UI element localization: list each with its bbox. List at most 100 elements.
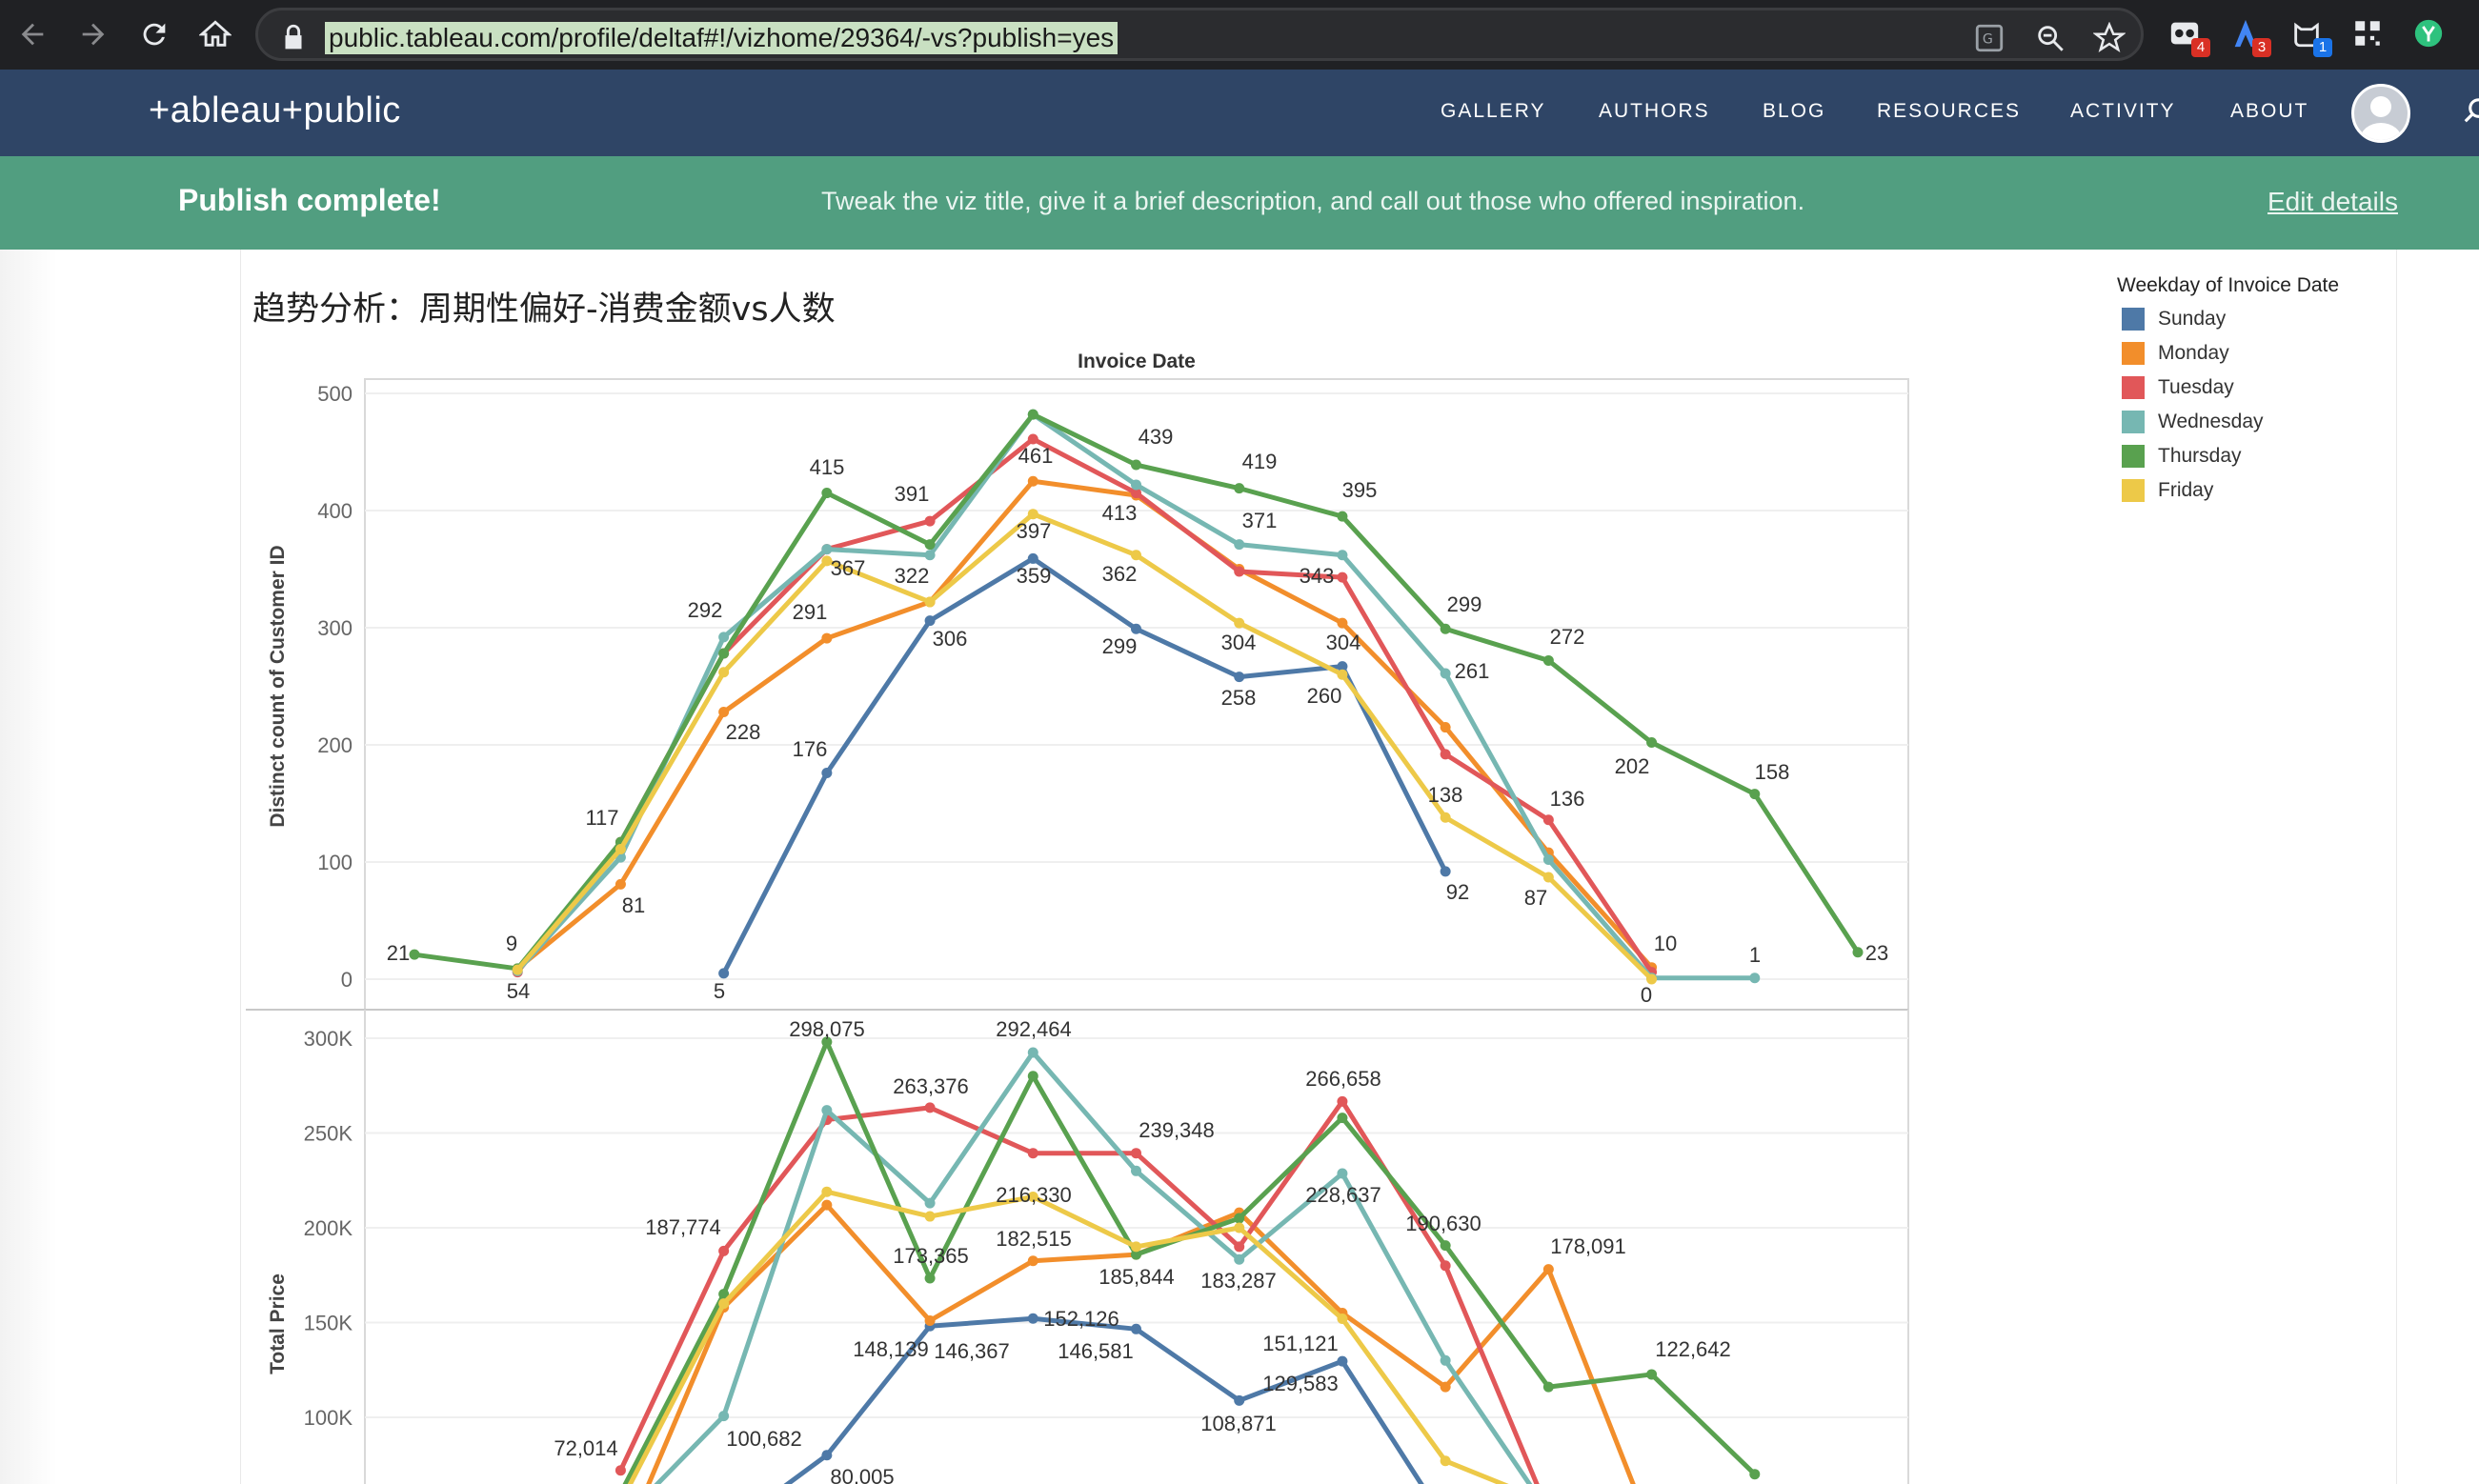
data-label: 5 — [714, 979, 725, 1003]
data-label: 272 — [1550, 625, 1585, 649]
data-point-friday — [1337, 1314, 1348, 1325]
data-point-thursday — [1852, 947, 1864, 958]
legend-label: Monday — [2158, 342, 2229, 364]
data-label: 148,139 — [853, 1337, 929, 1361]
data-point-tuesday — [1440, 749, 1451, 760]
data-point-wednesday — [1749, 973, 1761, 984]
legend-item-thursday[interactable]: Thursday — [2122, 444, 2242, 469]
legend-label: Sunday — [2158, 308, 2227, 330]
data-point-tuesday — [1337, 572, 1348, 583]
data-label: 261 — [1455, 659, 1490, 683]
data-label: 178,091 — [1550, 1234, 1626, 1258]
data-label: 92 — [1446, 880, 1469, 904]
data-point-wednesday — [1234, 1253, 1245, 1265]
data-point-tuesday — [718, 1245, 730, 1256]
legend-swatch — [2122, 308, 2145, 331]
data-point-monday — [1542, 1264, 1554, 1275]
data-point-tuesday — [1440, 1260, 1451, 1272]
data-point-monday — [1027, 475, 1038, 487]
data-point-wednesday — [718, 632, 730, 643]
data-point-wednesday — [1337, 1168, 1348, 1179]
legend-item-tuesday[interactable]: Tuesday — [2122, 375, 2234, 400]
data-point-monday — [615, 878, 626, 890]
legend-item-monday[interactable]: Monday — [2122, 341, 2229, 366]
data-point-friday — [1234, 617, 1245, 629]
y-axis-title-customers: Distinct count of Customer ID — [267, 545, 289, 827]
data-label: 266,658 — [1305, 1067, 1381, 1091]
legend-item-friday[interactable]: Friday — [2122, 478, 2213, 503]
data-label: 72,014 — [554, 1436, 617, 1460]
data-label: 108,871 — [1200, 1412, 1277, 1435]
data-label: 228,637 — [1305, 1183, 1381, 1207]
data-label: 263,376 — [893, 1074, 969, 1098]
legend-item-wednesday[interactable]: Wednesday — [2122, 410, 2264, 434]
data-point-monday — [1440, 722, 1451, 733]
data-label: 397 — [1017, 519, 1052, 543]
data-point-sunday — [821, 768, 833, 779]
data-label: 151,121 — [1262, 1332, 1339, 1355]
data-point-tuesday — [924, 1102, 936, 1113]
data-label: 258 — [1221, 686, 1257, 710]
data-point-wednesday — [821, 1105, 833, 1116]
data-label: 419 — [1242, 450, 1278, 473]
data-label: 367 — [831, 556, 866, 580]
data-point-tuesday — [1337, 1095, 1348, 1107]
series-line-tuesday — [515, 436, 1654, 974]
data-label: 292 — [688, 598, 723, 622]
data-point-thursday — [1027, 1071, 1038, 1082]
data-point-tuesday — [1131, 1148, 1141, 1159]
data-point-thursday — [924, 1273, 936, 1284]
data-point-monday — [718, 707, 730, 718]
data-label: 322 — [895, 564, 930, 588]
y-tick-label: 100K — [304, 1406, 353, 1430]
data-point-sunday — [1131, 623, 1141, 634]
data-point-thursday — [718, 648, 730, 659]
data-label: 182,515 — [996, 1227, 1072, 1251]
data-label: 228 — [726, 720, 761, 744]
data-point-thursday — [1027, 409, 1038, 420]
y-tick-label: 100 — [317, 851, 353, 874]
data-point-thursday — [1542, 1381, 1554, 1393]
data-point-wednesday — [924, 1197, 936, 1209]
data-point-monday — [924, 1315, 936, 1327]
data-label: 152,126 — [1043, 1307, 1119, 1331]
data-point-friday — [1337, 669, 1348, 680]
legend-title: Weekday of Invoice Date — [2117, 274, 2340, 296]
data-label: 395 — [1342, 478, 1378, 502]
data-point-friday — [924, 596, 936, 608]
y-tick-label: 0 — [341, 968, 353, 992]
data-label: 359 — [1017, 564, 1052, 588]
data-point-monday — [1337, 617, 1348, 629]
data-label: 173,365 — [893, 1244, 969, 1268]
data-point-friday — [512, 964, 523, 975]
legend-item-sunday[interactable]: Sunday — [2122, 307, 2226, 331]
data-label: 304 — [1326, 631, 1361, 654]
data-point-sunday — [821, 1450, 833, 1461]
data-point-wednesday — [1337, 550, 1348, 561]
data-label: 9 — [506, 932, 517, 955]
data-point-thursday — [924, 539, 936, 551]
legend-swatch — [2122, 411, 2145, 433]
data-label: 260 — [1307, 684, 1342, 708]
data-point-wednesday — [1542, 854, 1554, 866]
data-label: 81 — [622, 893, 645, 917]
data-point-tuesday — [615, 1465, 626, 1476]
data-label: 202 — [1615, 754, 1650, 778]
x-axis-title: Invoice Date — [1078, 351, 1196, 372]
legend-label: Friday — [2158, 479, 2214, 501]
trend-chart[interactable]: Invoice Date Distinct count of Customer I… — [0, 0, 2479, 1484]
data-label: 23 — [1865, 941, 1888, 965]
y-tick-label: 150K — [304, 1312, 353, 1335]
data-point-wednesday — [924, 550, 936, 561]
data-label: 413 — [1102, 501, 1138, 525]
data-point-friday — [1131, 550, 1141, 561]
data-label: 239,348 — [1139, 1118, 1215, 1142]
data-point-sunday — [1027, 1313, 1038, 1324]
data-point-monday — [821, 632, 833, 644]
data-point-monday — [1440, 1381, 1451, 1393]
data-point-thursday — [1131, 459, 1141, 471]
data-point-thursday — [1749, 1469, 1761, 1480]
data-point-sunday — [1234, 672, 1245, 683]
data-point-tuesday — [1027, 1148, 1038, 1159]
data-point-monday — [1027, 1255, 1038, 1267]
